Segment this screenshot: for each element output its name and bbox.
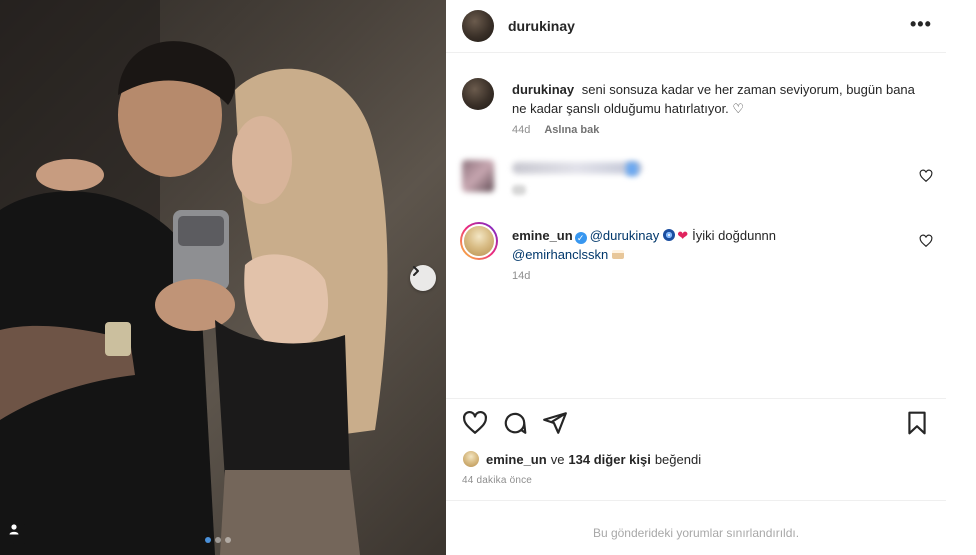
share-icon[interactable] (542, 410, 568, 436)
red-heart-emoji-icon: ❤ (677, 228, 689, 243)
post-details-panel: durukinay ••• durukinay seni sonsuza kad… (446, 0, 946, 555)
comments-restricted-notice: Bu gönderideki yorumlar sınırlandırıldı. (592, 526, 800, 540)
commenter-avatar[interactable] (460, 222, 498, 260)
post-photo[interactable] (0, 0, 446, 555)
photo-illustration (0, 0, 388, 555)
user-icon (9, 524, 19, 535)
carousel-dot (225, 537, 231, 543)
post-header: durukinay ••• (446, 0, 946, 52)
liker-username[interactable]: emine_un (486, 452, 547, 467)
caption-time: 44d (512, 124, 531, 136)
caption-meta: 44d Aslına bak (512, 124, 599, 136)
see-translation-link[interactable]: Aslına bak (544, 124, 599, 136)
comment-icon[interactable] (502, 410, 528, 436)
comment-text: İyiki doğdunnn (692, 228, 777, 243)
liker-avatar (462, 450, 480, 468)
cake-emoji-icon (612, 250, 625, 259)
likes-suffix: beğendi (654, 451, 702, 467)
comment-mention[interactable]: @emirhanclsskn (512, 247, 608, 262)
commenter-avatar-image (462, 224, 496, 258)
comment-like-heart-icon[interactable] (919, 169, 933, 183)
caption-username[interactable]: durukinay (512, 82, 574, 97)
heart-icon[interactable] (462, 410, 488, 436)
post-caption: durukinay seni sonsuza kadar ve her zama… (512, 80, 932, 118)
comment-mention[interactable]: @durukinay (590, 228, 660, 243)
caption-author-avatar[interactable] (462, 78, 494, 110)
blurred-comment-meta (512, 185, 526, 195)
divider (446, 398, 946, 399)
comment-time: 14d (512, 270, 531, 282)
blurred-comment-text (512, 162, 642, 174)
instagram-post-view: durukinay ••• durukinay seni sonsuza kad… (0, 0, 976, 555)
likes-others-count[interactable]: 134 diğer kişi (568, 452, 650, 467)
likes-connector: ve (550, 451, 565, 467)
divider (446, 52, 946, 53)
author-avatar[interactable] (462, 10, 494, 42)
commenter-username[interactable]: emine_un (512, 228, 573, 243)
verified-badge-icon: ✓ (574, 232, 587, 244)
author-username[interactable]: durukinay (508, 18, 575, 34)
carousel-dot (215, 537, 221, 543)
comment-like-heart-icon[interactable] (919, 234, 933, 248)
carousel-indicator (205, 537, 231, 543)
bookmark-icon[interactable] (904, 410, 930, 436)
more-options-icon[interactable]: ••• (910, 14, 932, 35)
comment: emine_un ✓ @durukinay ❤ İyiki doğdunnn @emir… (512, 226, 912, 264)
divider (446, 500, 946, 501)
post-time-ago: 44 dakika önce (462, 475, 533, 486)
blurred-comment-avatar (462, 160, 494, 192)
tagged-users-button[interactable] (8, 523, 30, 545)
next-image-button[interactable] (410, 265, 436, 291)
chevron-right-icon (413, 266, 419, 276)
blurred-comment-badge (626, 162, 638, 176)
likes-summary[interactable]: emine_un ve 134 diğer kişi beğendi (462, 450, 705, 468)
nazar-emoji-icon (663, 229, 676, 241)
carousel-dot (205, 537, 211, 543)
